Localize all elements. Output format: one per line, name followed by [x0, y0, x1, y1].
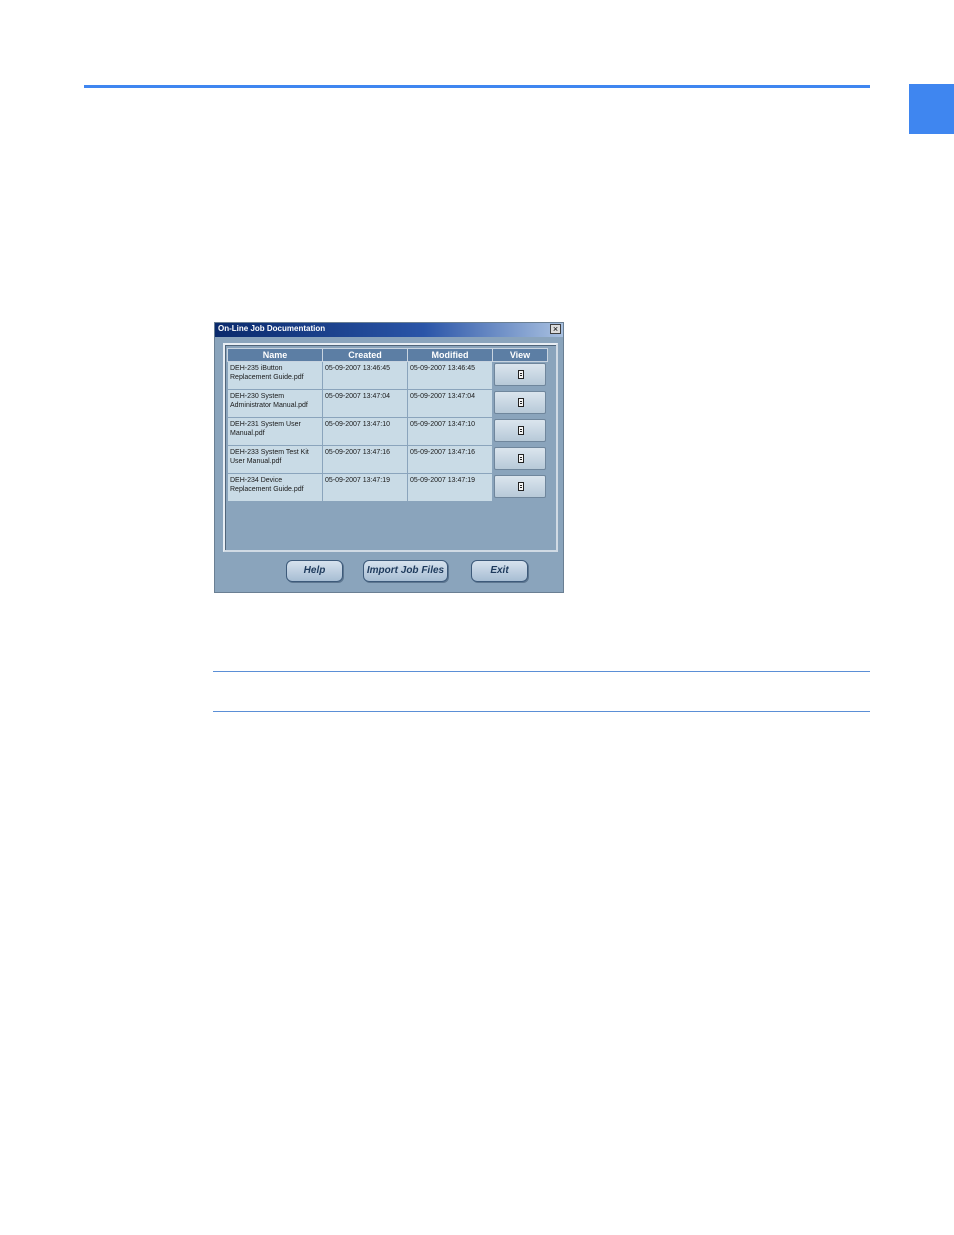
document-created: 05-09-2007 13:47:16	[322, 445, 408, 474]
import-job-files-button[interactable]: Import Job Files	[363, 560, 448, 582]
view-button[interactable]	[494, 419, 546, 442]
document-modified: 05-09-2007 13:47:10	[407, 417, 493, 446]
close-icon[interactable]: ×	[550, 324, 561, 334]
view-button[interactable]	[494, 447, 546, 470]
exit-button[interactable]: Exit	[471, 560, 528, 582]
document-icon	[518, 482, 524, 491]
document-name: DEH-233 System Test Kit User Manual.pdf	[227, 445, 323, 474]
top-rule	[84, 85, 870, 88]
document-modified: 05-09-2007 13:47:19	[407, 473, 493, 502]
document-name: DEH-235 iButton Replacement Guide.pdf	[227, 361, 323, 390]
view-cell	[492, 417, 548, 446]
column-header-view[interactable]: View	[492, 348, 548, 362]
document-created: 05-09-2007 13:47:19	[322, 473, 408, 502]
table-header-row: Name Created Modified View	[227, 348, 548, 362]
document-name: DEH-234 Device Replacement Guide.pdf	[227, 473, 323, 502]
dialog-titlebar[interactable]: On-Line Job Documentation ×	[215, 323, 563, 337]
view-button[interactable]	[494, 475, 546, 498]
document-modified: 05-09-2007 13:47:04	[407, 389, 493, 418]
column-header-modified[interactable]: Modified	[407, 348, 493, 362]
table-row[interactable]: DEH-231 System User Manual.pdf 05-09-200…	[227, 417, 548, 446]
note-top-rule	[213, 671, 870, 672]
document-created: 05-09-2007 13:46:45	[322, 361, 408, 390]
document-name: DEH-230 System Administrator Manual.pdf	[227, 389, 323, 418]
dialog-title: On-Line Job Documentation	[218, 324, 326, 333]
document-icon	[518, 398, 524, 407]
document-created: 05-09-2007 13:47:10	[322, 417, 408, 446]
column-header-name[interactable]: Name	[227, 348, 323, 362]
document-created: 05-09-2007 13:47:04	[322, 389, 408, 418]
chapter-tab	[909, 84, 954, 134]
document-icon	[518, 426, 524, 435]
document-icon	[518, 454, 524, 463]
table-row[interactable]: DEH-234 Device Replacement Guide.pdf 05-…	[227, 473, 548, 502]
column-header-created[interactable]: Created	[322, 348, 408, 362]
documents-table: Name Created Modified View DEH-235 iButt…	[227, 348, 548, 502]
view-button[interactable]	[494, 363, 546, 386]
documents-list: Name Created Modified View DEH-235 iButt…	[223, 343, 558, 552]
table-row[interactable]: DEH-230 System Administrator Manual.pdf …	[227, 389, 548, 418]
job-documentation-dialog: On-Line Job Documentation × Name Created…	[214, 322, 564, 593]
document-icon	[518, 370, 524, 379]
note-bottom-rule	[213, 711, 870, 712]
document-name: DEH-231 System User Manual.pdf	[227, 417, 323, 446]
view-button[interactable]	[494, 391, 546, 414]
view-cell	[492, 445, 548, 474]
document-modified: 05-09-2007 13:46:45	[407, 361, 493, 390]
view-cell	[492, 389, 548, 418]
view-cell	[492, 361, 548, 390]
document-modified: 05-09-2007 13:47:16	[407, 445, 493, 474]
view-cell	[492, 473, 548, 502]
help-button[interactable]: Help	[286, 560, 343, 582]
table-row[interactable]: DEH-235 iButton Replacement Guide.pdf 05…	[227, 361, 548, 390]
table-row[interactable]: DEH-233 System Test Kit User Manual.pdf …	[227, 445, 548, 474]
